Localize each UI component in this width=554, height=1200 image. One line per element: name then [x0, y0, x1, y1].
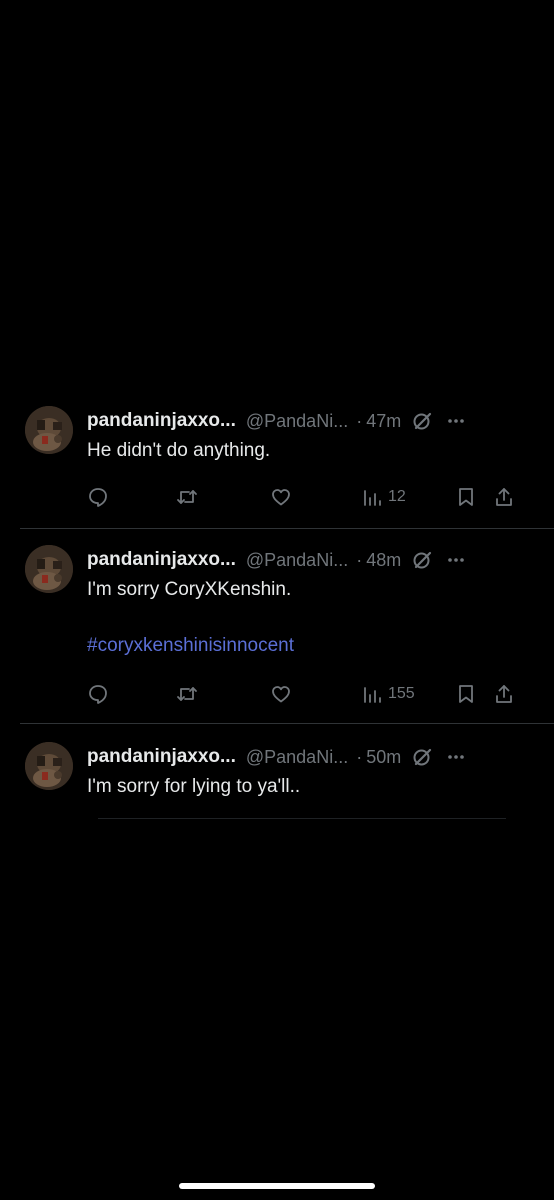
grok-icon[interactable]	[411, 549, 433, 571]
views-button[interactable]: 155	[362, 681, 415, 707]
reply-icon	[89, 488, 107, 507]
display-name[interactable]: pandaninjaxxo...	[87, 746, 236, 768]
home-indicator[interactable]	[179, 1183, 375, 1189]
views-icon	[364, 687, 381, 703]
tweet-header: pandaninjaxxo... @PandaNi... · 47m	[87, 408, 526, 434]
tweet-text: I'm sorry for lying to ya'll..	[87, 776, 301, 797]
separator-dot: ·	[356, 549, 363, 570]
tweet-text: He didn't do anything.	[87, 440, 271, 461]
retweet-button[interactable]	[175, 681, 199, 707]
retweet-button[interactable]	[175, 484, 199, 510]
reply-icon	[89, 685, 107, 704]
bookmark-button[interactable]	[456, 484, 476, 510]
handle[interactable]: @PandaNi...	[246, 747, 348, 768]
more-icon[interactable]	[445, 410, 467, 432]
views-icon	[364, 490, 381, 506]
retweet-icon	[177, 687, 197, 701]
tweet[interactable]: pandaninjaxxo... @PandaNi... · 50m I'm s…	[0, 736, 554, 836]
avatar[interactable]	[25, 406, 73, 454]
retweet-icon	[177, 490, 197, 504]
timestamp[interactable]: 50m	[366, 747, 401, 768]
display-name[interactable]: pandaninjaxxo...	[87, 549, 236, 571]
views-count: 12	[388, 488, 406, 505]
reply-button[interactable]	[87, 484, 109, 510]
tweet-header: pandaninjaxxo... @PandaNi... · 48m	[87, 547, 526, 573]
more-icon[interactable]	[445, 549, 467, 571]
tweet[interactable]: pandaninjaxxo... @PandaNi... · 47m He di…	[0, 400, 554, 530]
handle[interactable]: @PandaNi...	[246, 411, 348, 432]
avatar[interactable]	[25, 742, 73, 790]
separator-dot: ·	[356, 746, 363, 767]
bookmark-icon	[459, 685, 473, 703]
grok-icon[interactable]	[411, 746, 433, 768]
share-button[interactable]	[493, 484, 515, 510]
heart-icon	[272, 686, 290, 703]
separator-dot: ·	[356, 410, 363, 431]
tweet-text: I'm sorry CoryXKenshin.	[87, 579, 292, 600]
timestamp[interactable]: 48m	[366, 550, 401, 571]
tweet-actions: 12	[87, 484, 524, 510]
more-icon[interactable]	[445, 746, 467, 768]
avatar[interactable]	[25, 545, 73, 593]
like-button[interactable]	[270, 484, 292, 510]
heart-icon	[272, 489, 290, 506]
timestamp[interactable]: 47m	[366, 411, 401, 432]
divider	[98, 818, 506, 819]
share-icon	[496, 685, 512, 703]
views-count: 155	[388, 685, 415, 702]
views-button[interactable]: 12	[362, 484, 406, 510]
tweet-actions: 155	[87, 681, 524, 707]
tweet-header: pandaninjaxxo... @PandaNi... · 50m	[87, 744, 526, 770]
share-button[interactable]	[493, 681, 515, 707]
hashtag-link[interactable]: #coryxkenshinisinnocent	[87, 635, 294, 657]
divider	[20, 723, 554, 724]
handle[interactable]: @PandaNi...	[246, 550, 348, 571]
share-icon	[496, 488, 512, 506]
divider	[20, 528, 554, 529]
display-name[interactable]: pandaninjaxxo...	[87, 410, 236, 432]
like-button[interactable]	[270, 681, 292, 707]
reply-button[interactable]	[87, 681, 109, 707]
bookmark-button[interactable]	[456, 681, 476, 707]
tweet[interactable]: pandaninjaxxo... @PandaNi... · 48m I'm s…	[0, 539, 554, 734]
grok-icon[interactable]	[411, 410, 433, 432]
bookmark-icon	[459, 488, 473, 506]
